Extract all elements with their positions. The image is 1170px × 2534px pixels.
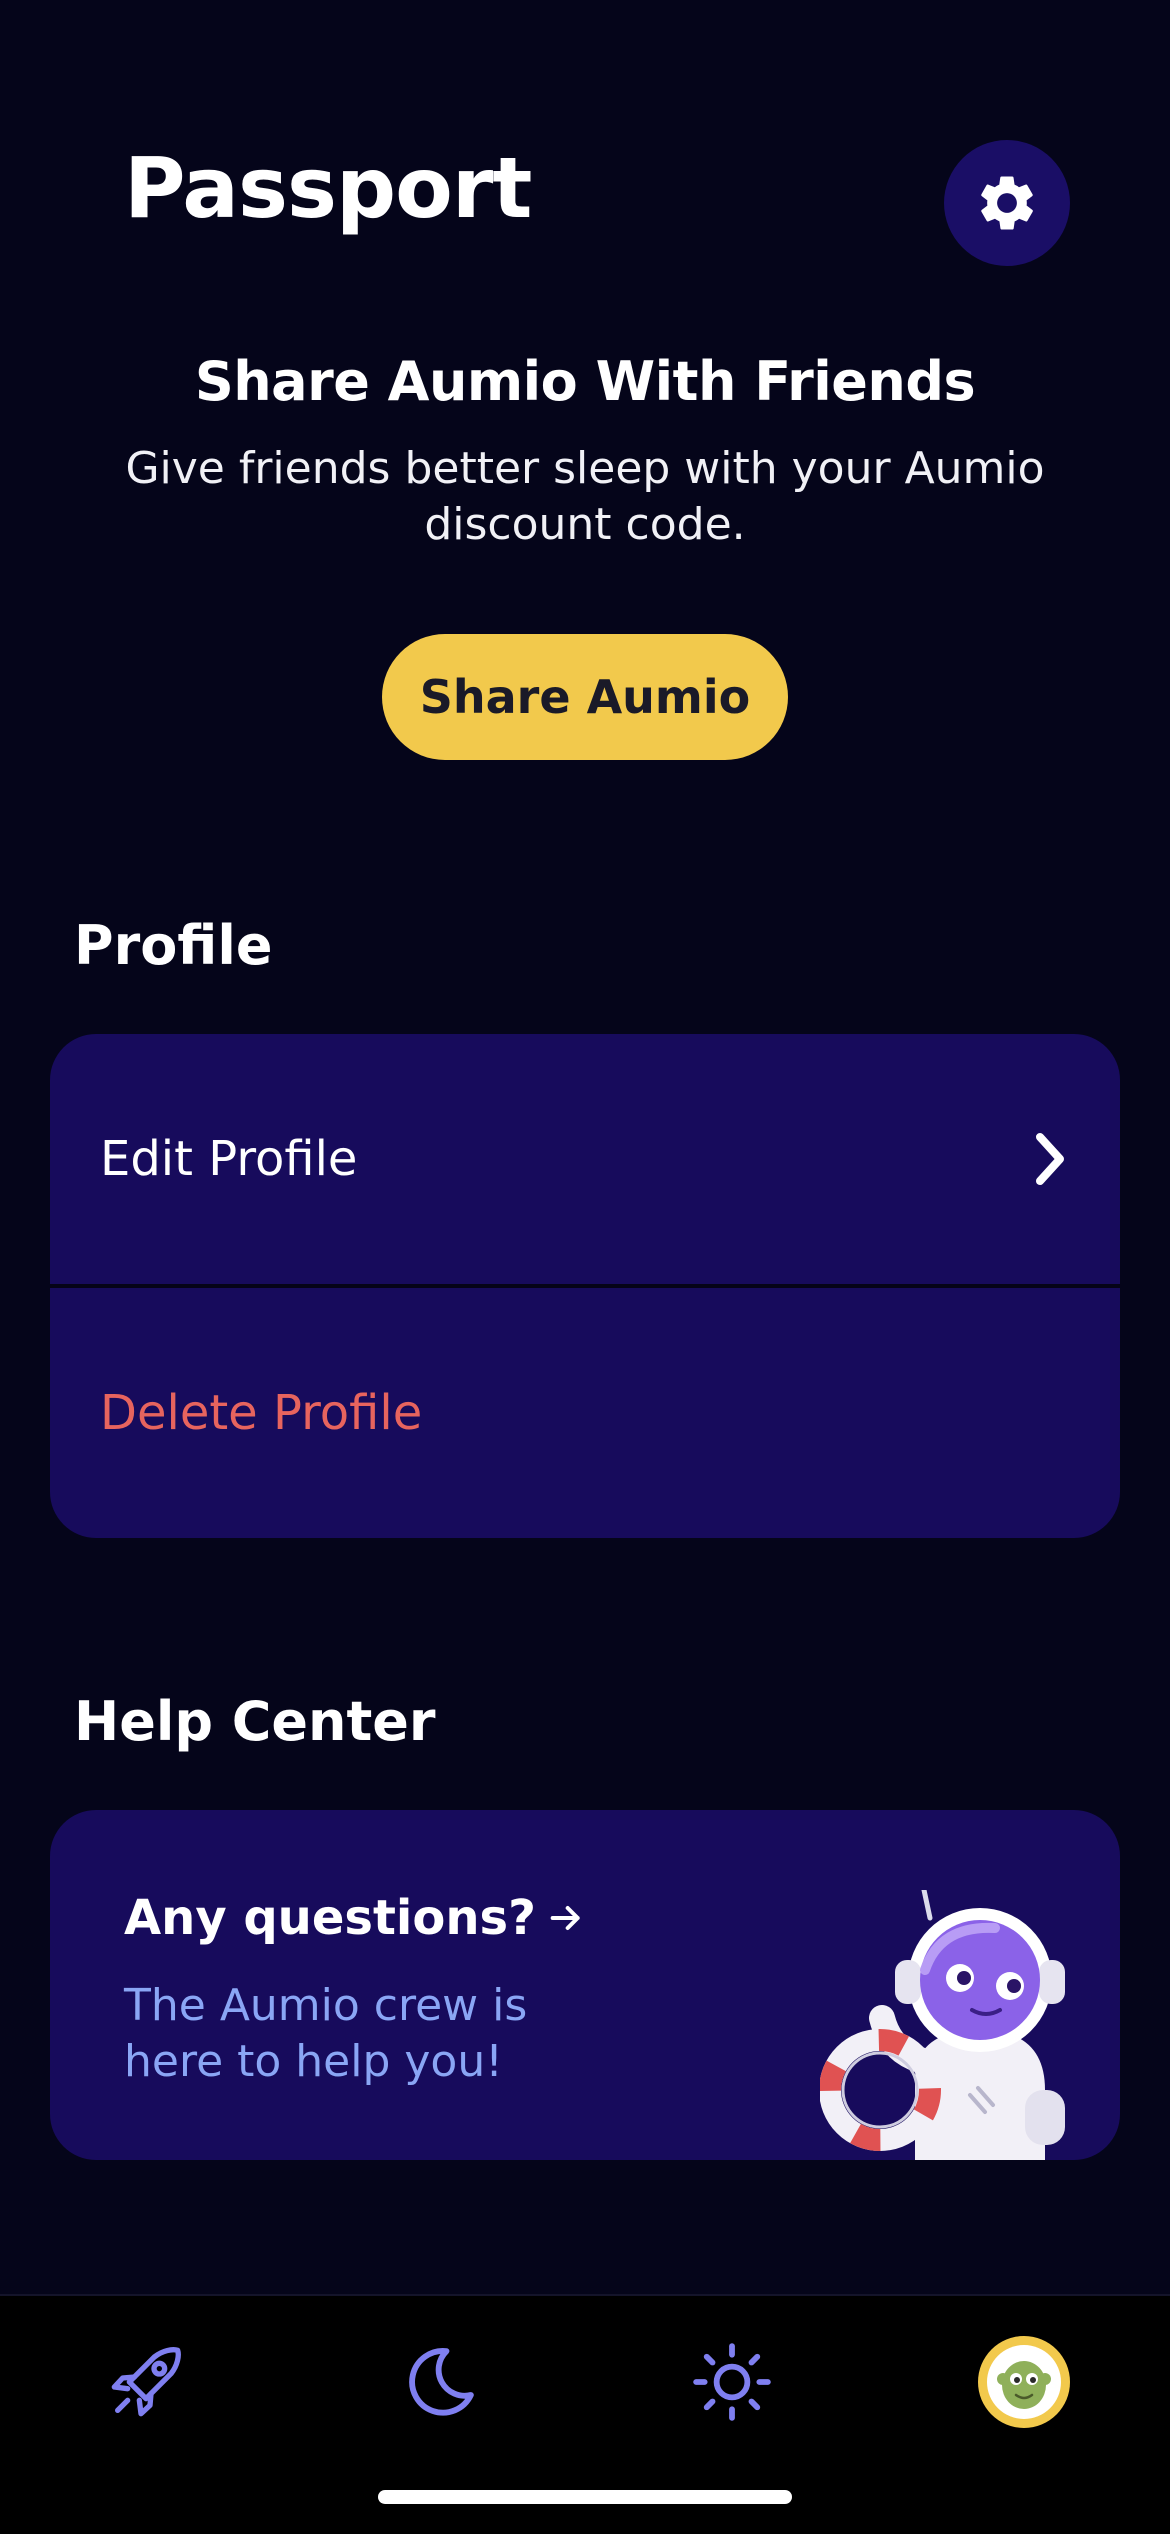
help-card[interactable]: Any questions? The Aumio crew is here to… [50,1810,1120,2160]
tab-rocket[interactable] [96,2332,196,2432]
moon-icon [409,2348,474,2416]
avatar [978,2336,1070,2428]
delete-profile-row[interactable]: Delete Profile [50,1288,1120,1538]
page-title: Passport [124,139,532,237]
sun-icon [693,2343,771,2421]
share-aumio-button[interactable]: Share Aumio [382,634,788,760]
share-title: Share Aumio With Friends [194,350,976,413]
help-card-title-text: Any questions? [124,1890,536,1946]
tab-moon[interactable] [390,2332,490,2432]
arrow-right-icon [550,1906,580,1930]
help-center-section-label: Help Center [74,1690,436,1753]
share-section: Share Aumio With Friends Give friends be… [0,350,1170,553]
profile-section-label: Profile [74,914,273,977]
tab-profile[interactable] [974,2332,1074,2432]
help-card-title: Any questions? [124,1890,586,1946]
edit-profile-label: Edit Profile [100,1131,358,1187]
rocket-icon [111,2347,181,2417]
edit-profile-row[interactable]: Edit Profile [50,1034,1120,1288]
chevron-right-icon [1036,1133,1064,1185]
profile-card: Edit Profile Delete Profile [50,1034,1120,1538]
delete-profile-label: Delete Profile [100,1385,423,1441]
settings-button[interactable] [944,140,1070,266]
share-description: Give friends better sleep with your Aumi… [125,443,1045,550]
gear-icon [981,176,1033,230]
astronaut-illustration [820,1890,1065,2160]
help-card-description: The Aumio crew is here to help you! [124,1980,528,2087]
tab-sun[interactable] [682,2332,782,2432]
home-indicator [378,2490,792,2504]
